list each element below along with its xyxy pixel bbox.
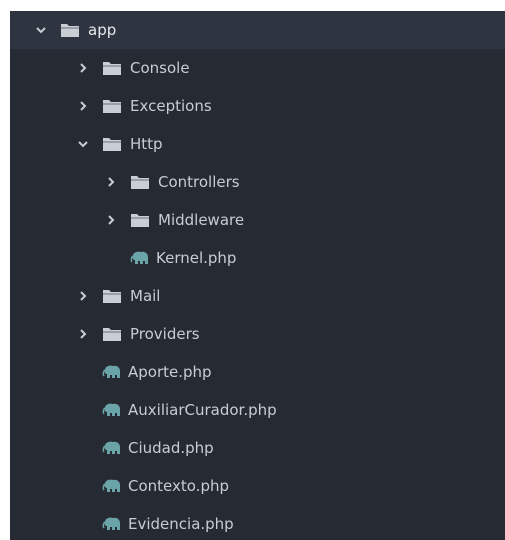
tree-item-aporte-php[interactable]: Aporte.php: [10, 353, 505, 391]
folder-icon: [102, 60, 122, 76]
php-elephant-icon: [102, 478, 122, 494]
chevron-right-icon[interactable]: [78, 327, 88, 341]
tree-item-label: Aporte.php: [128, 363, 212, 381]
tree-item-label: Ciudad.php: [128, 439, 214, 457]
php-elephant-icon: [102, 402, 122, 418]
tree-item-evidencia-php[interactable]: Evidencia.php: [10, 505, 505, 540]
folder-icon: [102, 98, 122, 114]
tree-item-ciudad-php[interactable]: Ciudad.php: [10, 429, 505, 467]
chevron-right-icon[interactable]: [106, 175, 116, 189]
tree-item-label: Http: [130, 135, 163, 153]
folder-icon: [130, 212, 150, 228]
chevron-right-icon[interactable]: [78, 289, 88, 303]
php-elephant-icon: [130, 250, 150, 266]
chevron-down-icon[interactable]: [78, 137, 88, 151]
tree-item-label: Contexto.php: [128, 477, 229, 495]
tree-item-label: Kernel.php: [156, 249, 237, 267]
tree-item-label: Providers: [130, 325, 200, 343]
tree-item-exceptions[interactable]: Exceptions: [10, 87, 505, 125]
chevron-right-icon[interactable]: [78, 99, 88, 113]
tree-item-label: AuxiliarCurador.php: [128, 401, 277, 419]
tree-item-auxiliarcurador-php[interactable]: AuxiliarCurador.php: [10, 391, 505, 429]
tree-item-contexto-php[interactable]: Contexto.php: [10, 467, 505, 505]
php-elephant-icon: [102, 364, 122, 380]
chevron-down-icon[interactable]: [36, 23, 46, 37]
screenshot-frame: app Console Exceptions Http Controllers …: [0, 0, 505, 540]
tree-item-console[interactable]: Console: [10, 49, 505, 87]
tree-item-label: Controllers: [158, 173, 240, 191]
tree-item-middleware[interactable]: Middleware: [10, 201, 505, 239]
folder-icon: [130, 174, 150, 190]
chevron-right-icon[interactable]: [78, 61, 88, 75]
php-elephant-icon: [102, 440, 122, 456]
tree-item-label: Exceptions: [130, 97, 212, 115]
tree-item-label: Evidencia.php: [128, 515, 234, 533]
tree-item-providers[interactable]: Providers: [10, 315, 505, 353]
folder-icon: [60, 22, 80, 38]
tree-item-label: Mail: [130, 287, 161, 305]
tree-item-kernel-php[interactable]: Kernel.php: [10, 239, 505, 277]
tree-item-app[interactable]: app: [10, 11, 505, 49]
tree-item-http[interactable]: Http: [10, 125, 505, 163]
tree-item-label: Console: [130, 59, 190, 77]
file-tree-panel: app Console Exceptions Http Controllers …: [10, 11, 505, 540]
folder-icon: [102, 136, 122, 152]
tree-item-controllers[interactable]: Controllers: [10, 163, 505, 201]
php-elephant-icon: [102, 516, 122, 532]
tree-item-mail[interactable]: Mail: [10, 277, 505, 315]
chevron-right-icon[interactable]: [106, 213, 116, 227]
folder-icon: [102, 288, 122, 304]
folder-icon: [102, 326, 122, 342]
tree-item-label: Middleware: [158, 211, 245, 229]
tree-item-label: app: [88, 21, 117, 39]
